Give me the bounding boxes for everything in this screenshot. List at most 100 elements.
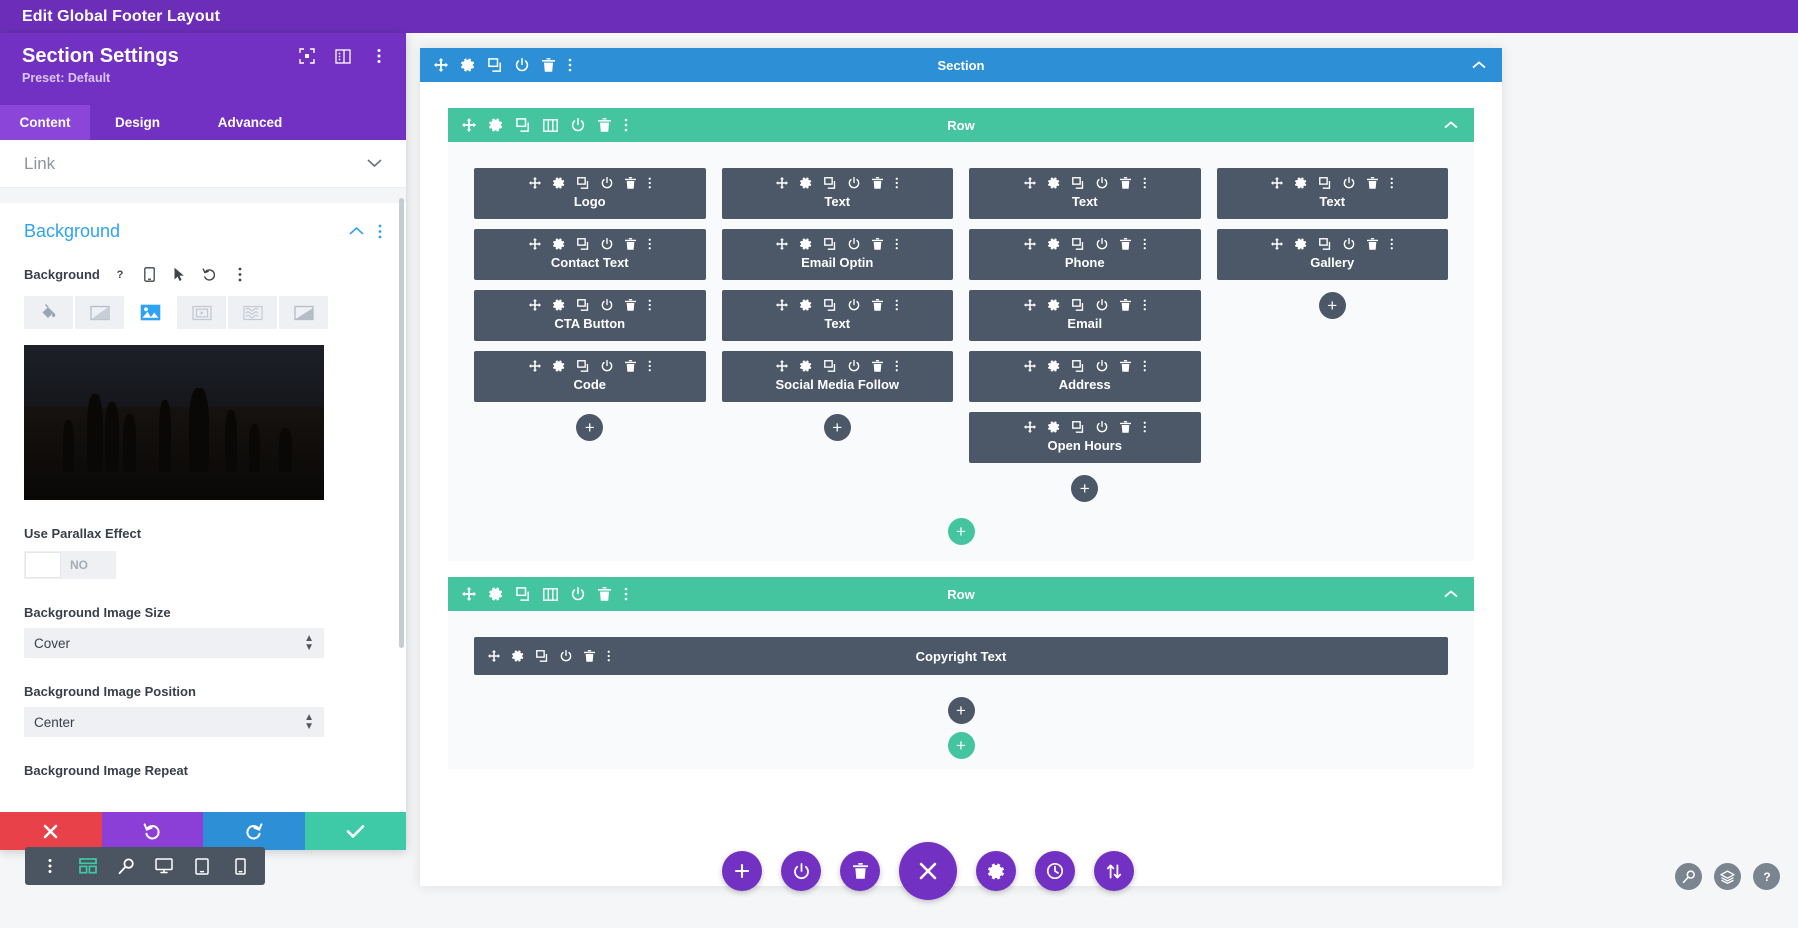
history-button[interactable] [1035,851,1075,891]
gear-icon[interactable] [553,177,565,189]
module-cta-button[interactable]: CTA Button [474,290,706,341]
power-icon[interactable] [848,177,860,189]
background-gradient-tab[interactable] [75,296,124,329]
power-icon[interactable] [848,360,860,372]
cancel-button[interactable] [0,812,102,850]
gear-icon[interactable] [1048,238,1060,250]
gear-icon[interactable] [800,238,812,250]
panel-layout-icon[interactable] [334,47,352,65]
move-icon[interactable] [1024,177,1036,189]
duplicate-icon[interactable] [516,587,530,601]
duplicate-icon[interactable] [1319,177,1331,189]
trash-icon[interactable] [1120,299,1131,311]
move-icon[interactable] [462,587,476,601]
gear-icon[interactable] [461,58,475,72]
duplicate-icon[interactable] [1319,238,1331,250]
columns-icon[interactable] [543,588,558,601]
tab-advanced[interactable]: Advanced [185,105,315,140]
more-options-icon[interactable] [624,118,628,132]
delete-button[interactable] [840,851,880,891]
duplicate-icon[interactable] [577,360,589,372]
background-image-preview[interactable] [24,345,324,500]
power-icon[interactable] [601,360,613,372]
gear-icon[interactable] [1048,177,1060,189]
duplicate-icon[interactable] [824,238,836,250]
more-icon[interactable] [31,847,69,885]
duplicate-icon[interactable] [577,238,589,250]
trash-icon[interactable] [872,360,883,372]
module-address[interactable]: Address [969,351,1201,402]
trash-icon[interactable] [542,58,555,72]
trash-icon[interactable] [625,360,636,372]
tab-design[interactable]: Design [90,105,185,140]
power-icon[interactable] [1096,177,1108,189]
add-module-button[interactable]: + [948,697,975,724]
row-bar[interactable]: Row [448,108,1474,142]
background-color-tab[interactable] [24,296,73,329]
move-icon[interactable] [1024,421,1036,433]
trash-icon[interactable] [625,177,636,189]
duplicate-icon[interactable] [1072,421,1084,433]
background-image-tab[interactable] [126,296,175,329]
trash-icon[interactable] [872,299,883,311]
move-icon[interactable] [776,299,788,311]
power-icon[interactable] [515,58,529,72]
more-options-icon[interactable] [1143,238,1147,250]
settings-panel-scrollbar[interactable] [399,198,404,648]
more-options-icon[interactable] [895,177,899,189]
more-options-icon[interactable] [648,177,652,189]
layers-icon[interactable] [1714,863,1741,890]
module-text[interactable]: Text [722,290,954,341]
phone-view-icon[interactable] [221,847,259,885]
add-module-button[interactable]: + [576,414,603,441]
gear-icon[interactable] [553,360,565,372]
trash-icon[interactable] [872,177,883,189]
duplicate-icon[interactable] [824,360,836,372]
parallax-toggle[interactable]: NO [24,551,116,579]
move-icon[interactable] [529,238,541,250]
duplicate-icon[interactable] [1072,238,1084,250]
duplicate-icon[interactable] [488,58,502,72]
tab-content[interactable]: Content [0,105,90,140]
gear-icon[interactable] [800,299,812,311]
power-icon[interactable] [601,299,613,311]
duplicate-icon[interactable] [536,650,548,662]
add-section-button[interactable] [722,851,762,891]
more-options-icon[interactable] [624,587,628,601]
add-row-button[interactable]: + [948,518,975,545]
more-options-icon[interactable] [1390,238,1394,250]
help-icon[interactable]: ? [110,264,130,284]
duplicate-icon[interactable] [577,177,589,189]
duplicate-icon[interactable] [824,299,836,311]
background-group-header[interactable]: Background [24,221,382,242]
trash-icon[interactable] [625,238,636,250]
move-icon[interactable] [529,177,541,189]
power-icon[interactable] [1343,238,1355,250]
trash-icon[interactable] [598,587,611,601]
more-options-icon[interactable] [1143,177,1147,189]
power-icon[interactable] [560,650,572,662]
reset-icon[interactable] [200,264,220,284]
move-icon[interactable] [776,238,788,250]
more-icon[interactable] [230,264,250,284]
power-icon[interactable] [571,118,585,132]
trash-icon[interactable] [584,650,595,662]
section-collapse-icon[interactable] [1472,61,1486,69]
move-icon[interactable] [529,360,541,372]
power-icon[interactable] [1096,238,1108,250]
more-options-icon[interactable] [1143,360,1147,372]
save-button[interactable] [305,812,407,850]
row-collapse-icon[interactable] [1444,121,1458,129]
power-icon[interactable] [848,299,860,311]
move-icon[interactable] [1271,177,1283,189]
focus-frame-icon[interactable] [298,47,316,65]
move-icon[interactable] [776,177,788,189]
gear-icon[interactable] [553,238,565,250]
duplicate-icon[interactable] [824,177,836,189]
more-options-icon[interactable] [895,238,899,250]
more-options-icon[interactable] [648,238,652,250]
image-position-select[interactable]: Center ▲▼ [24,707,324,737]
move-icon[interactable] [1024,299,1036,311]
more-options-icon[interactable] [648,360,652,372]
hover-icon[interactable] [170,264,190,284]
